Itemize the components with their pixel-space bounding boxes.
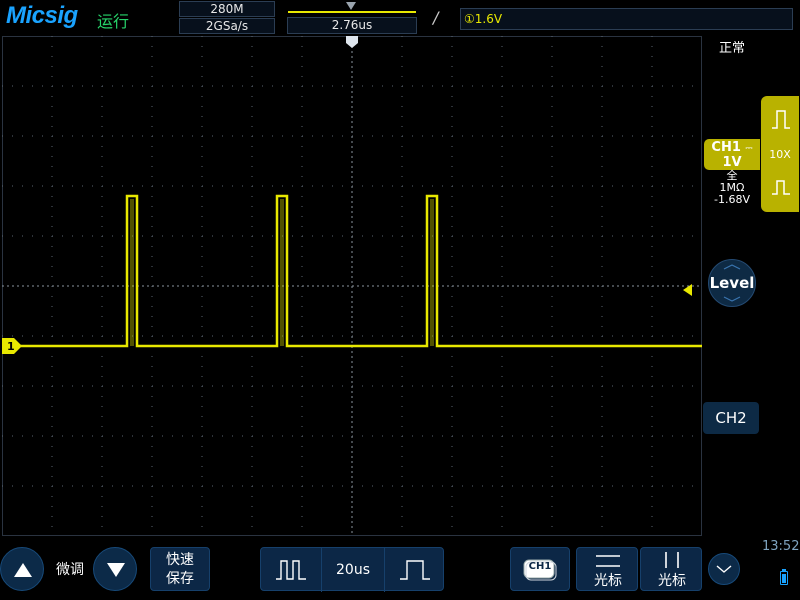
top-status-bar: Micsig 运行 280M 2GSa/s 2.76us / ①1.6V	[0, 0, 800, 36]
cursor-v-label: 光标	[658, 573, 686, 589]
dc-coupling-icon[interactable]	[770, 108, 792, 130]
chevron-up-icon	[723, 264, 741, 270]
trigger-level-marker-icon[interactable]	[683, 284, 692, 296]
fine-up-button[interactable]	[0, 547, 44, 591]
rising-edge-icon[interactable]: /	[433, 8, 438, 27]
level-button[interactable]: Level	[708, 259, 756, 307]
chevron-down-icon	[716, 565, 732, 573]
battery-icon	[780, 571, 788, 585]
horizontal-cursor-button[interactable]: 光标	[576, 547, 638, 591]
timebase-increase-button[interactable]	[385, 548, 445, 592]
fast-save-button[interactable]: 快速 保存	[150, 547, 210, 591]
fine-adjust-label: 微调	[56, 562, 84, 578]
timebase-decrease-button[interactable]	[261, 548, 321, 592]
timebase-control: 20us	[260, 547, 445, 592]
acquisition-mode[interactable]: 正常	[719, 37, 745, 56]
level-label: Level	[709, 274, 755, 292]
trigger-position-marker-icon	[346, 36, 358, 48]
narrow-pulse-icon	[276, 560, 306, 580]
cursor-h-label: 光标	[594, 573, 622, 589]
clock: 13:52	[762, 539, 800, 554]
dc-coupling-symbol-icon: ⎓	[745, 144, 753, 154]
memory-depth[interactable]: 280M	[179, 1, 275, 17]
main-menu-button[interactable]	[708, 553, 740, 585]
trigger-position-arrow-icon	[346, 2, 356, 10]
probe-attenuation[interactable]: 10X	[762, 148, 798, 161]
ch1-name: CH1	[711, 140, 741, 155]
pulse-icon[interactable]	[770, 176, 792, 198]
vertical-cursor-button[interactable]: 光标	[640, 547, 702, 591]
ch1-ground-marker-label: 1	[7, 340, 15, 353]
brand-logo: Micsig	[6, 2, 78, 29]
fine-down-button[interactable]	[93, 547, 137, 591]
wide-pulse-icon	[400, 560, 430, 580]
ch1-select-label: CH1	[528, 561, 552, 572]
fast-save-line1: 快速	[166, 552, 194, 568]
memory-window-bar	[288, 11, 416, 13]
vertical-cursor-icon	[665, 552, 679, 568]
arrow-up-icon	[14, 563, 32, 577]
timebase-value[interactable]: 20us	[322, 548, 384, 592]
fast-save-line2: 保存	[166, 571, 194, 587]
waveform-svg: 1	[2, 36, 702, 536]
ch1-info: 全 1MΩ -1.68V	[704, 170, 760, 206]
battery-level	[782, 574, 786, 583]
chevron-down-icon	[723, 296, 741, 302]
trigger-level-readout[interactable]: ①1.6V	[460, 8, 793, 30]
ch1-offset: -1.68V	[714, 193, 750, 206]
horizontal-cursor-icon	[596, 555, 620, 567]
ch1-scale-label[interactable]: CH1 ⎓ 1V	[704, 139, 760, 170]
arrow-down-icon	[107, 563, 125, 577]
horizontal-position[interactable]: 2.76us	[287, 17, 417, 34]
ch1-scale: 1V	[722, 155, 742, 170]
run-stop-status[interactable]: 运行	[97, 8, 129, 32]
ch2-button[interactable]: CH2	[703, 402, 759, 434]
sample-rate[interactable]: 2GSa/s	[179, 18, 275, 34]
channel-select-button[interactable]: CH1	[510, 547, 570, 591]
